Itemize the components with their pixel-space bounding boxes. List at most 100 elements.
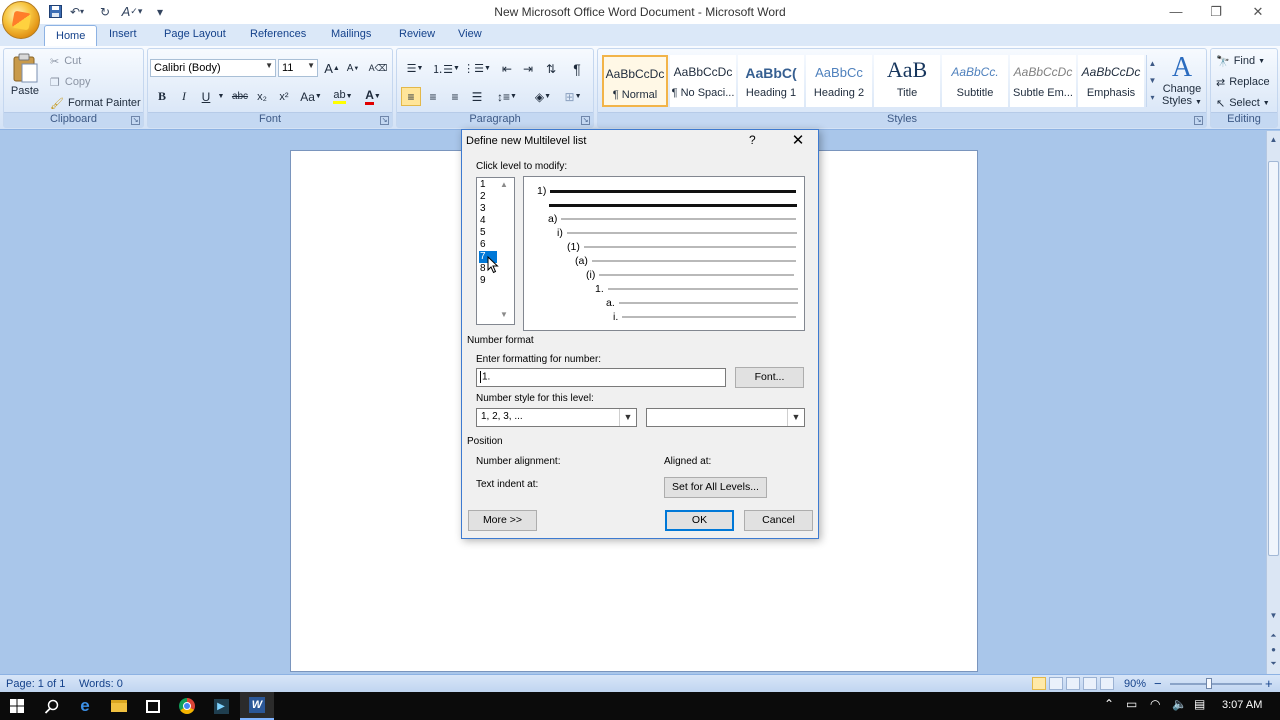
zoom-level[interactable]: 90% [1124,678,1146,690]
align-center-button[interactable]: ≡ [423,87,443,106]
volume-icon[interactable]: 🔈 [1172,697,1187,711]
include-level-select[interactable]: ▼ [646,408,805,427]
chrome-icon[interactable] [170,692,204,720]
number-format-input[interactable]: 1. [476,368,726,387]
action-center-icon[interactable]: ▤ [1194,697,1205,711]
highlight-button[interactable]: ab ▼ [330,87,356,106]
format-painter-button[interactable]: 🖌 Format Painter [50,95,141,111]
tab-insert[interactable]: Insert [109,28,137,40]
level-item-3[interactable]: 3 [479,203,497,215]
chevron-up-icon[interactable]: ▲ [1147,55,1158,72]
numbering-button[interactable]: ⒈☰ ▼ [431,59,461,78]
increase-indent-button[interactable]: ⇥ [518,59,538,78]
scrollbar-thumb[interactable] [1268,161,1279,556]
chevron-up-icon[interactable]: ⌃ [1104,697,1114,711]
grow-font-button[interactable]: A ▲ [322,59,342,78]
select-button[interactable]: ↖ Select ▼ [1216,95,1270,111]
style-heading-2[interactable]: AaBbCc Heading 2 [806,55,872,107]
styles-gallery-scroll[interactable]: ▲ ▼ ▾ [1146,55,1158,107]
previous-page-icon[interactable]: ⏶ [1267,631,1280,641]
style-normal[interactable]: AaBbCcDc ¶ Normal [602,55,668,107]
save-icon[interactable] [46,3,64,20]
font-button[interactable]: Font... [735,367,804,388]
word-taskbar-icon[interactable]: W [240,692,274,720]
paragraph-launcher-icon[interactable]: ↘ [581,116,590,125]
underline-dropdown-icon[interactable]: ▼ [216,87,226,106]
next-page-icon[interactable]: ⏷ [1267,659,1280,669]
shading-button[interactable]: ◈ ▼ [529,87,557,106]
line-spacing-button[interactable]: ↕≡ ▼ [493,87,521,106]
chevron-down-icon[interactable]: ▼ [500,310,508,319]
print-layout-view-icon[interactable] [1032,677,1046,690]
level-item-1[interactable]: 1 [479,179,497,191]
web-layout-icon[interactable] [1066,677,1080,690]
office-button[interactable] [2,1,40,39]
spelling-icon[interactable]: A ✓▾ [118,3,146,20]
paste-button[interactable]: Paste [8,53,42,113]
decrease-indent-button[interactable]: ⇤ [497,59,517,78]
undo-icon[interactable]: ↶ ▾ [66,3,88,20]
font-launcher-icon[interactable]: ↘ [380,116,389,125]
copy-button[interactable]: ❐ Copy [50,74,91,90]
find-button[interactable]: 🔭 Find ▼ [1216,53,1265,69]
level-list-scrollbar[interactable]: ▲ ▼ [497,178,514,324]
search-icon[interactable] [34,692,68,720]
italic-button[interactable]: I [174,87,194,106]
tab-page-layout[interactable]: Page Layout [164,28,226,40]
style-emphasis[interactable]: AaBbCcDc Emphasis [1078,55,1144,107]
draft-view-icon[interactable] [1100,677,1114,690]
level-item-2[interactable]: 2 [479,191,497,203]
style-no-spacing[interactable]: AaBbCcDc ¶ No Spaci... [670,55,736,107]
clear-formatting-button[interactable]: A⌫ [368,59,388,78]
vertical-scrollbar[interactable]: ▲ ▼ ⏶ ● ⏷ [1266,131,1280,674]
font-size-combo[interactable]: 11 ▼ [278,59,318,77]
tab-review[interactable]: Review [399,28,435,40]
chevron-down-icon[interactable]: ▼ [787,409,804,426]
chevron-down-icon[interactable]: ▼ [619,409,636,426]
set-for-all-levels-button[interactable]: Set for All Levels... [664,477,767,498]
align-left-button[interactable]: ≡ [401,87,421,106]
browse-object-icon[interactable]: ● [1267,645,1280,654]
battery-icon[interactable]: ▭ [1126,697,1137,711]
clock[interactable]: 3:07 AM [1222,699,1262,711]
zoom-slider-track[interactable] [1170,683,1262,685]
bold-button[interactable]: B [152,87,172,106]
cut-button[interactable]: ✂ Cut [50,53,81,69]
windows-start-icon[interactable] [0,692,34,720]
store-icon[interactable] [136,692,170,720]
scroll-down-icon[interactable]: ▼ [1267,611,1280,620]
more-styles-icon[interactable]: ▾ [1147,89,1158,106]
level-item-6[interactable]: 6 [479,239,497,251]
font-name-combo[interactable]: Calibri (Body) ▼ [150,59,276,77]
close-icon[interactable]: ✕ [785,130,811,152]
wifi-icon[interactable]: ◠ [1150,697,1160,711]
level-item-4[interactable]: 4 [479,215,497,227]
page-count-status[interactable]: Page: 1 of 1 [6,678,65,690]
tab-mailings[interactable]: Mailings [331,28,371,40]
align-right-button[interactable]: ≡ [445,87,465,106]
level-item-9[interactable]: 9 [479,275,497,287]
sort-button[interactable]: ⇅ [541,59,561,78]
superscript-button[interactable]: x² [274,87,294,106]
word-count-status[interactable]: Words: 0 [79,678,123,690]
close-window-button[interactable]: ✕ [1238,2,1278,22]
edge-browser-icon[interactable]: e [68,692,102,720]
change-case-button[interactable]: Aa ▼ [298,87,324,106]
customize-qat-icon[interactable]: ▾ [154,3,166,20]
style-heading-1[interactable]: AaBbC( Heading 1 [738,55,804,107]
tab-view[interactable]: View [458,28,482,40]
scroll-up-icon[interactable]: ▲ [1267,135,1280,144]
redo-icon[interactable]: ↻ [96,3,114,20]
style-title[interactable]: AaB Title [874,55,940,107]
subscript-button[interactable]: x₂ [252,87,272,106]
cancel-button[interactable]: Cancel [744,510,813,531]
zoom-slider-thumb[interactable] [1206,678,1212,689]
bullets-button[interactable]: ☰ ▼ [401,59,429,78]
ok-button[interactable]: OK [665,510,734,531]
replace-button[interactable]: ⇄ Replace [1216,74,1270,90]
number-style-select[interactable]: 1, 2, 3, ... ▼ [476,408,637,427]
help-icon[interactable]: ? [749,133,756,147]
chevron-up-icon[interactable]: ▲ [500,180,508,189]
restore-button[interactable]: ❐ [1196,2,1236,22]
file-explorer-icon[interactable] [102,692,136,720]
